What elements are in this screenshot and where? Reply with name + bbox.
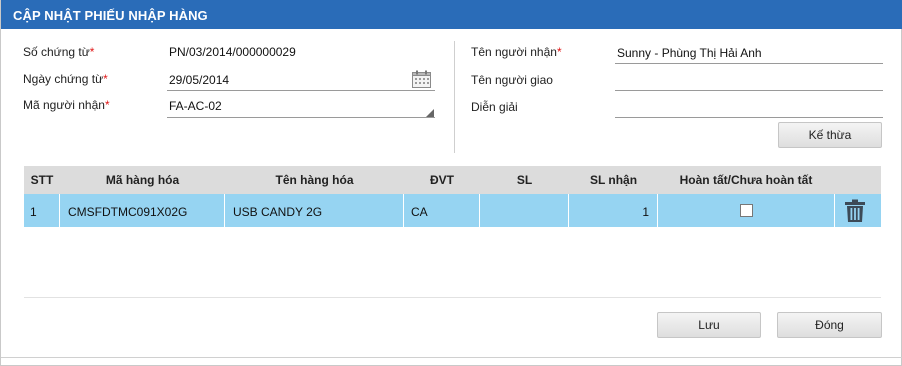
dialog: CẬP NHẬT PHIẾU NHẬP HÀNG Số chứng từ* PN… (0, 0, 902, 366)
header-stt: STT (30, 173, 54, 187)
table-header: STT Mã hàng hóa Tên hàng hóa ĐVT SL SL n… (24, 166, 881, 194)
ma-nguoi-nhan-label: Mã người nhận* (23, 98, 110, 112)
sl-nhan-value: 1 (642, 205, 649, 219)
close-button[interactable]: Đóng (777, 312, 882, 338)
so-chung-tu-value: PN/03/2014/000000029 (169, 45, 296, 59)
ma-nguoi-nhan-select[interactable]: FA-AC-02 (169, 99, 222, 113)
hoan-tat-checkbox[interactable] (740, 204, 753, 217)
ma-nguoi-nhan-underline (167, 117, 435, 118)
ten-nguoi-nhan-underline (615, 63, 883, 64)
ke-thua-button[interactable]: Kế thừa (778, 122, 882, 148)
header-sl: SL (516, 173, 533, 187)
cell-sl-nhan[interactable]: 1 (569, 194, 658, 227)
ngay-chung-tu-label: Ngày chứng từ* (23, 72, 108, 86)
cell-ten-hang-hoa: USB CANDY 2G (225, 194, 404, 227)
ten-nguoi-nhan-label: Tên người nhận* (471, 45, 562, 59)
header-ten-hang-hoa: Tên hàng hóa (275, 173, 354, 187)
dialog-bottom-divider (1, 357, 902, 358)
table-row[interactable]: 1 CMSFDTMC091X02G USB CANDY 2G CA 1 (24, 194, 881, 227)
ten-nguoi-giao-label: Tên người giao (471, 73, 553, 87)
table-bottom-divider (24, 297, 881, 298)
cell-stt: 1 (24, 194, 60, 227)
ma-hang-hoa-value: CMSFDTMC091X02G (68, 205, 188, 219)
dialog-title: CẬP NHẬT PHIẾU NHẬP HÀNG (13, 8, 208, 23)
ngay-chung-tu-input[interactable]: 29/05/2014 (169, 73, 229, 87)
save-button[interactable]: Lưu (657, 312, 761, 338)
stt-value: 1 (30, 205, 37, 219)
header-hoan-tat: Hoàn tất/Chưa hoàn tất (679, 173, 813, 187)
dropdown-corner-icon[interactable] (426, 109, 434, 117)
cell-sl[interactable] (480, 194, 569, 227)
form-divider (454, 41, 455, 153)
so-chung-tu-label: Số chứng từ* (23, 45, 95, 59)
dvt-value: CA (411, 205, 428, 219)
ngay-chung-tu-underline (167, 90, 435, 91)
cell-ma-hang-hoa: CMSFDTMC091X02G (60, 194, 225, 227)
dialog-title-bar: CẬP NHẬT PHIẾU NHẬP HÀNG (1, 0, 902, 29)
ten-hang-hoa-value: USB CANDY 2G (233, 205, 323, 219)
ten-nguoi-giao-underline (615, 90, 883, 91)
calendar-icon[interactable] (412, 70, 431, 88)
header-sl-nhan: SL nhận (589, 173, 638, 187)
dien-giai-underline (615, 117, 883, 118)
trash-icon[interactable] (844, 199, 866, 223)
header-ma-hang-hoa: Mã hàng hóa (105, 173, 180, 187)
dien-giai-label: Diễn giải (471, 100, 518, 114)
cell-dvt: CA (404, 194, 480, 227)
ten-nguoi-nhan-value: Sunny - Phùng Thị Hải Anh (617, 46, 762, 60)
header-dvt: ĐVT (430, 173, 454, 187)
